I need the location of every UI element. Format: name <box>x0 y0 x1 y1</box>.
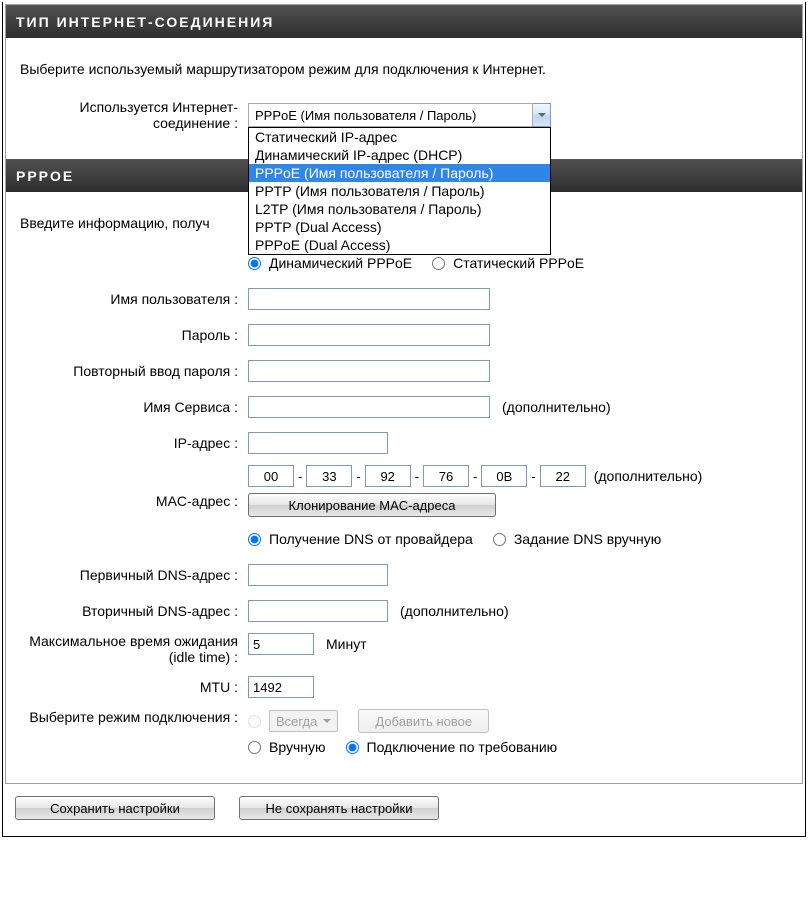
clone-mac-button[interactable]: Клонирование MAC-адреса <box>248 493 496 517</box>
dns2-label: Вторичный DNS-адрес : <box>16 603 248 619</box>
dont-save-button[interactable]: Не сохранять настройки <box>239 796 439 820</box>
mtu-input[interactable] <box>248 676 314 698</box>
service-input[interactable] <box>248 396 490 418</box>
connection-type-dropdown: Статический IP-адрес Динамический IP-адр… <box>248 127 551 255</box>
mac-optional: (дополнительно) <box>594 468 703 484</box>
connection-type-select[interactable]: PPPoE (Имя пользователя / Пароль) Статич… <box>248 103 551 127</box>
username-label: Имя пользователя : <box>16 291 248 307</box>
dns-manual-label: Задание DNS вручную <box>514 531 661 547</box>
password-label: Пароль : <box>16 327 248 343</box>
dns1-input[interactable] <box>248 564 388 586</box>
mac-input-2[interactable] <box>365 465 411 487</box>
dropdown-option[interactable]: PPPoE (Dual Access) <box>249 236 550 254</box>
dropdown-option[interactable]: Динамический IP-адрес (DHCP) <box>249 146 550 164</box>
dns-manual-radio[interactable] <box>493 533 506 546</box>
ip-input[interactable] <box>248 432 388 454</box>
mac-input-3[interactable] <box>423 465 469 487</box>
connmode-manual-radio[interactable] <box>248 741 261 754</box>
connection-used-label: Используется Интернет-соединение : <box>16 99 248 131</box>
connection-type-description: Выберите используемый маршрутизатором ре… <box>16 53 792 99</box>
password2-input[interactable] <box>248 360 490 382</box>
mtu-label: MTU : <box>16 679 248 695</box>
add-new-button: Добавить новое <box>358 709 489 733</box>
pppoe-dynamic-label: Динамический PPPoE <box>269 255 412 271</box>
section-connection-type-header: ТИП ИНТЕРНЕТ-СОЕДИНЕНИЯ <box>6 5 802 38</box>
dns-provider-radio[interactable] <box>248 533 261 546</box>
pppoe-static-radio[interactable] <box>432 257 445 270</box>
idle-minutes: Минут <box>326 636 367 652</box>
connmode-label: Выберите режим подключения : <box>16 709 248 725</box>
dns2-input[interactable] <box>248 600 388 622</box>
pppoe-static-label: Статический PPPoE <box>453 255 584 271</box>
password2-label: Повторный ввод пароля : <box>16 363 248 379</box>
username-input[interactable] <box>248 288 490 310</box>
pppoe-dynamic-radio[interactable] <box>248 257 261 270</box>
password-input[interactable] <box>248 324 490 346</box>
connmode-always-select: Всегда <box>269 710 338 732</box>
mac-input-1[interactable] <box>306 465 352 487</box>
dropdown-option[interactable]: Статический IP-адрес <box>249 128 550 146</box>
save-button[interactable]: Сохранить настройки <box>15 796 215 820</box>
connmode-manual-label: Вручную <box>269 739 326 755</box>
idle-input[interactable] <box>248 633 314 655</box>
chevron-down-icon[interactable] <box>533 103 551 127</box>
service-optional: (дополнительно) <box>502 399 611 415</box>
dropdown-option[interactable]: PPTP (Имя пользователя / Пароль) <box>249 182 550 200</box>
idle-label: Максимальное время ожидания (idle time) … <box>16 633 248 665</box>
connmode-ondemand-radio[interactable] <box>346 741 359 754</box>
service-label: Имя Сервиса : <box>16 399 248 415</box>
dropdown-option[interactable]: PPPoE (Имя пользователя / Пароль) <box>249 164 550 182</box>
dropdown-option[interactable]: PPTP (Dual Access) <box>249 218 550 236</box>
mac-input-4[interactable] <box>481 465 527 487</box>
dropdown-option[interactable]: L2TP (Имя пользователя / Пароль) <box>249 200 550 218</box>
dns1-label: Первичный DNS-адрес : <box>16 567 248 583</box>
dns2-optional: (дополнительно) <box>400 603 509 619</box>
connmode-ondemand-label: Подключение по требованию <box>367 739 558 755</box>
dns-provider-label: Получение DNS от провайдера <box>269 531 473 547</box>
mac-input-5[interactable] <box>540 465 586 487</box>
connection-type-selected: PPPoE (Имя пользователя / Пароль) <box>248 103 533 127</box>
mac-input-0[interactable] <box>248 465 294 487</box>
ip-label: IP-адрес : <box>16 435 248 451</box>
connmode-always-radio <box>248 715 261 728</box>
mac-label: MAC-адрес : <box>16 473 248 509</box>
